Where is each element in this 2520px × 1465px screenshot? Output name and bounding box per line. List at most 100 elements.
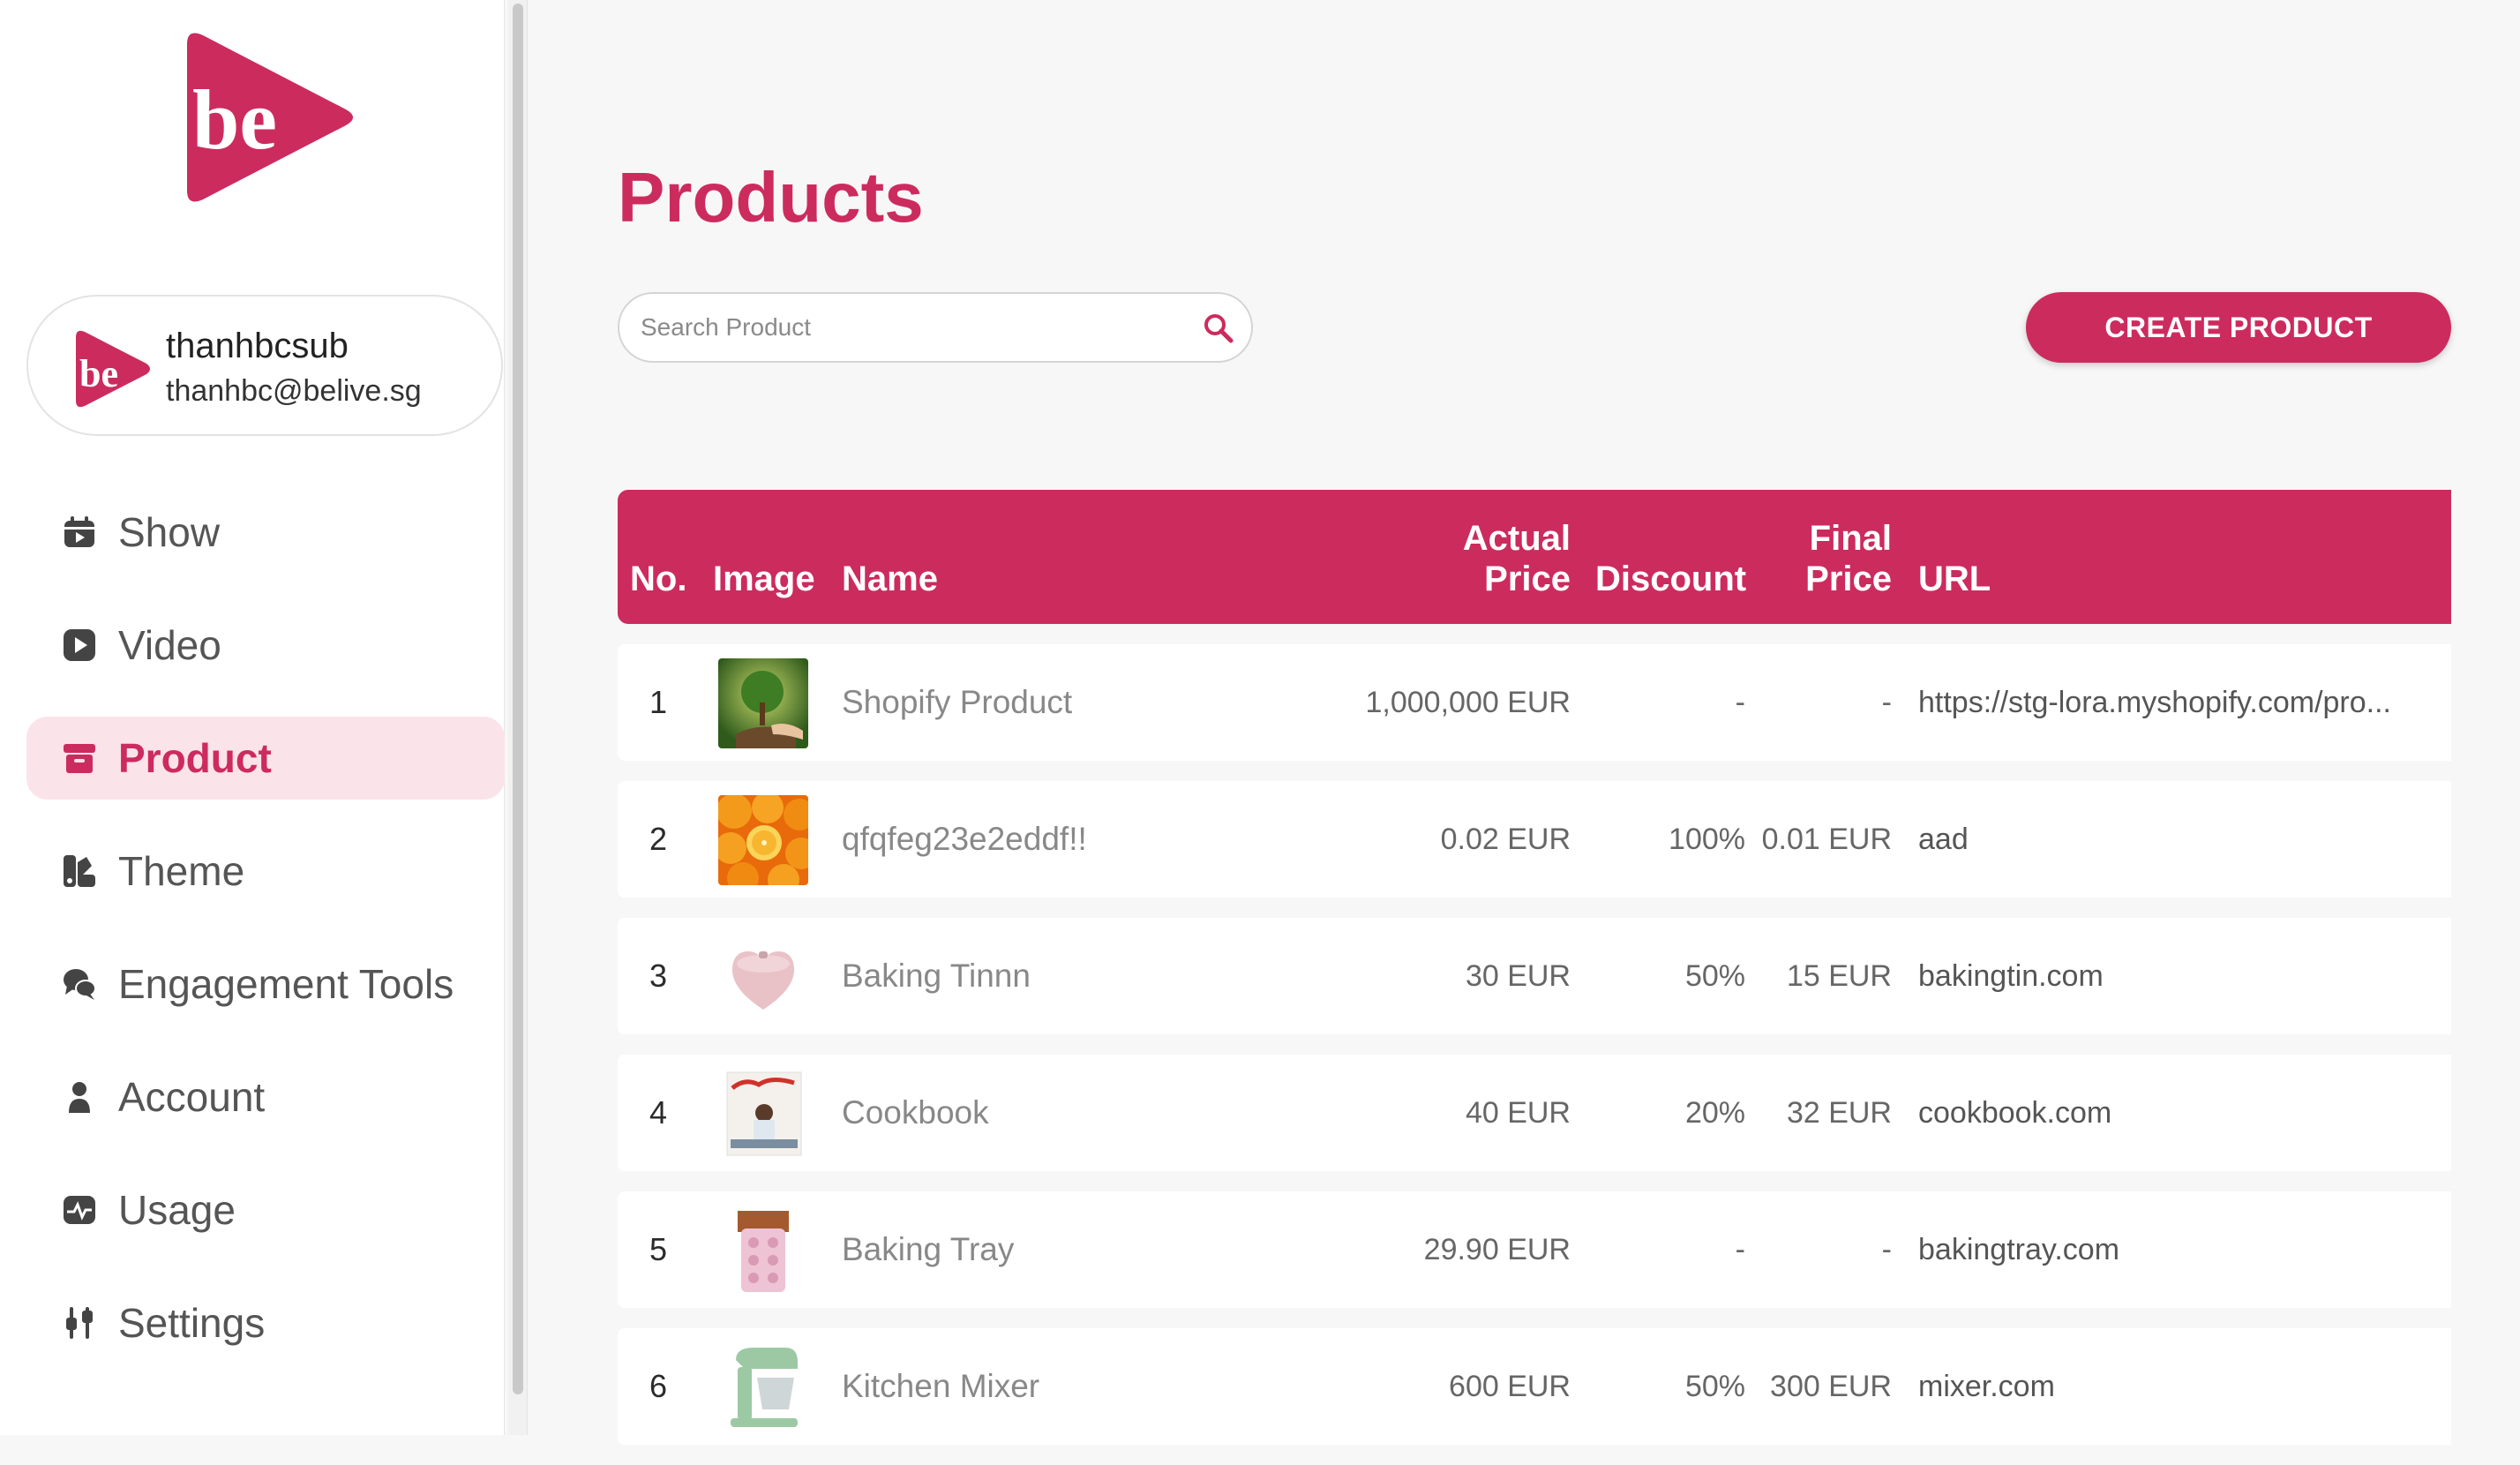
table-row[interactable]: 3 Baking Tinnn 30 EUR 50% 15 EUR bakingt… <box>618 918 2451 1034</box>
sidebar-item-label: Show <box>118 509 221 555</box>
column-header-final-line1: Final <box>1809 519 1892 558</box>
row-number: 5 <box>649 1231 668 1267</box>
final-price: 32 EUR <box>1786 1096 1892 1130</box>
column-header-actual-price[interactable]: Actual Price <box>1394 518 1571 599</box>
sidebar-item-video[interactable]: Video <box>26 604 505 687</box>
plant-photo-icon <box>718 658 808 748</box>
brand-logo-icon[interactable]: be <box>173 25 358 210</box>
activity-icon <box>62 1192 97 1228</box>
discount: - <box>1735 686 1745 719</box>
search-input[interactable] <box>639 294 1168 361</box>
sidebar-item-show[interactable]: Show <box>26 491 505 574</box>
mixer-photo-icon <box>718 1342 808 1432</box>
search-box[interactable] <box>618 292 1253 363</box>
create-product-button[interactable]: CREATE PRODUCT <box>2026 292 2451 363</box>
final-price: 0.01 EUR <box>1761 823 1892 856</box>
table-row[interactable]: 5 Baking Tray 29.90 EUR - - bakingtray.c… <box>618 1191 2451 1308</box>
sidebar-item-label: Theme <box>118 848 245 894</box>
column-header-final-price[interactable]: Final Price <box>1756 518 1892 599</box>
oranges-photo-icon <box>715 792 817 896</box>
product-name[interactable]: Kitchen Mixer <box>842 1328 1039 1445</box>
discount: 50% <box>1684 1370 1745 1403</box>
play-icon <box>62 627 97 663</box>
final-price: - <box>1881 1233 1892 1266</box>
discount: 20% <box>1684 1096 1745 1130</box>
actual-price: 0.02 EUR <box>1440 823 1571 856</box>
sidebar-nav: Show Video Product Theme Engagement Tool… <box>26 491 505 1394</box>
product-name[interactable]: qfqfeg23e2eddf!! <box>842 781 1087 898</box>
table-row[interactable]: 1 Shopify Product 1,000,000 EUR - - http… <box>618 644 2451 761</box>
palette-icon <box>62 853 97 889</box>
sidebar-item-label: Settings <box>118 1300 266 1346</box>
calendar-icon <box>62 515 97 550</box>
product-url[interactable]: https://stg-lora.myshopify.com/pro... <box>1918 644 2439 761</box>
table-row[interactable]: 4 Cookbook 40 EUR 20% 32 EUR cookbook.co… <box>618 1055 2451 1171</box>
column-header-actual-line2: Price <box>1484 560 1571 598</box>
sidebar-item-label: Account <box>118 1074 266 1120</box>
actual-price: 40 EUR <box>1465 1096 1571 1130</box>
row-number: 4 <box>649 1094 668 1131</box>
actual-price: 29.90 EUR <box>1423 1233 1571 1266</box>
table-header: No. Image Name Actual Price Discount Fin… <box>618 490 2451 624</box>
product-url[interactable]: bakingtin.com <box>1918 918 2439 1034</box>
row-number: 2 <box>649 821 668 857</box>
product-name[interactable]: Cookbook <box>842 1055 989 1171</box>
column-header-url[interactable]: URL <box>1918 559 1991 599</box>
scrollbar-thumb[interactable] <box>513 4 523 1394</box>
profile-card[interactable]: be thanhbcsub thanhbc@belive.sg <box>26 295 503 436</box>
product-name[interactable]: Baking Tray <box>842 1191 1014 1308</box>
discount: 100% <box>1669 823 1745 856</box>
column-header-actual-line1: Actual <box>1462 519 1571 558</box>
sidebar: be be thanhbcsub thanhbc@belive.sg Show … <box>0 0 505 1435</box>
sidebar-item-product[interactable]: Product <box>26 717 505 800</box>
column-header-image[interactable]: Image <box>713 559 815 599</box>
search-icon[interactable] <box>1202 312 1235 345</box>
product-name[interactable]: Baking Tinnn <box>842 918 1031 1034</box>
product-url[interactable]: bakingtray.com <box>1918 1191 2439 1308</box>
table-row[interactable]: 2 qfqfeg23e2eddf!! 0.02 EUR 100% 0.01 EU… <box>618 781 2451 898</box>
column-header-no[interactable]: No. <box>630 559 686 599</box>
row-number: 1 <box>649 684 668 720</box>
sidebar-item-label: Engagement Tools <box>118 961 454 1007</box>
sliders-icon <box>62 1305 97 1341</box>
sidebar-item-label: Product <box>118 735 272 781</box>
profile-email: thanhbc@belive.sg <box>166 374 422 408</box>
sidebar-scrollbar[interactable] <box>508 0 528 1435</box>
svg-text:be: be <box>79 352 118 395</box>
cookbook-photo-icon <box>718 1069 808 1159</box>
sidebar-item-engagement-tools[interactable]: Engagement Tools <box>26 943 505 1026</box>
column-header-name[interactable]: Name <box>842 559 938 599</box>
sidebar-item-account[interactable]: Account <box>26 1056 505 1138</box>
table-row[interactable]: 6 Kitchen Mixer 600 EUR 50% 300 EUR mixe… <box>618 1328 2451 1445</box>
product-url[interactable]: aad <box>1918 781 2439 898</box>
final-price: 300 EUR <box>1770 1370 1892 1403</box>
sidebar-item-label: Video <box>118 622 221 668</box>
actual-price: 1,000,000 EUR <box>1365 686 1571 719</box>
discount: 50% <box>1684 959 1745 993</box>
product-table-body: 1 Shopify Product 1,000,000 EUR - - http… <box>618 644 2451 1465</box>
sidebar-item-label: Usage <box>118 1187 236 1233</box>
baking-tray-photo-icon <box>718 1206 808 1296</box>
column-header-final-line2: Price <box>1805 560 1892 598</box>
actual-price: 600 EUR <box>1449 1370 1571 1403</box>
final-price: - <box>1881 686 1892 719</box>
final-price: 15 EUR <box>1786 959 1892 993</box>
sidebar-item-settings[interactable]: Settings <box>26 1281 505 1364</box>
sidebar-item-usage[interactable]: Usage <box>26 1168 505 1251</box>
column-header-discount[interactable]: Discount <box>1595 559 1746 599</box>
actual-price: 30 EUR <box>1465 959 1571 993</box>
sidebar-item-theme[interactable]: Theme <box>26 830 505 913</box>
avatar: be <box>69 327 154 411</box>
row-number: 3 <box>649 958 668 994</box>
product-name[interactable]: Shopify Product <box>842 644 1072 761</box>
discount: - <box>1735 1233 1745 1266</box>
person-icon <box>62 1079 97 1115</box>
profile-name: thanhbcsub <box>166 327 349 365</box>
chat-bubbles-icon <box>62 966 97 1002</box>
product-url[interactable]: mixer.com <box>1918 1328 2439 1445</box>
archive-box-icon <box>62 740 97 776</box>
product-url[interactable]: cookbook.com <box>1918 1055 2439 1171</box>
row-number: 6 <box>649 1368 668 1404</box>
page-title: Products <box>618 158 924 237</box>
heart-pot-photo-icon <box>718 932 808 1022</box>
